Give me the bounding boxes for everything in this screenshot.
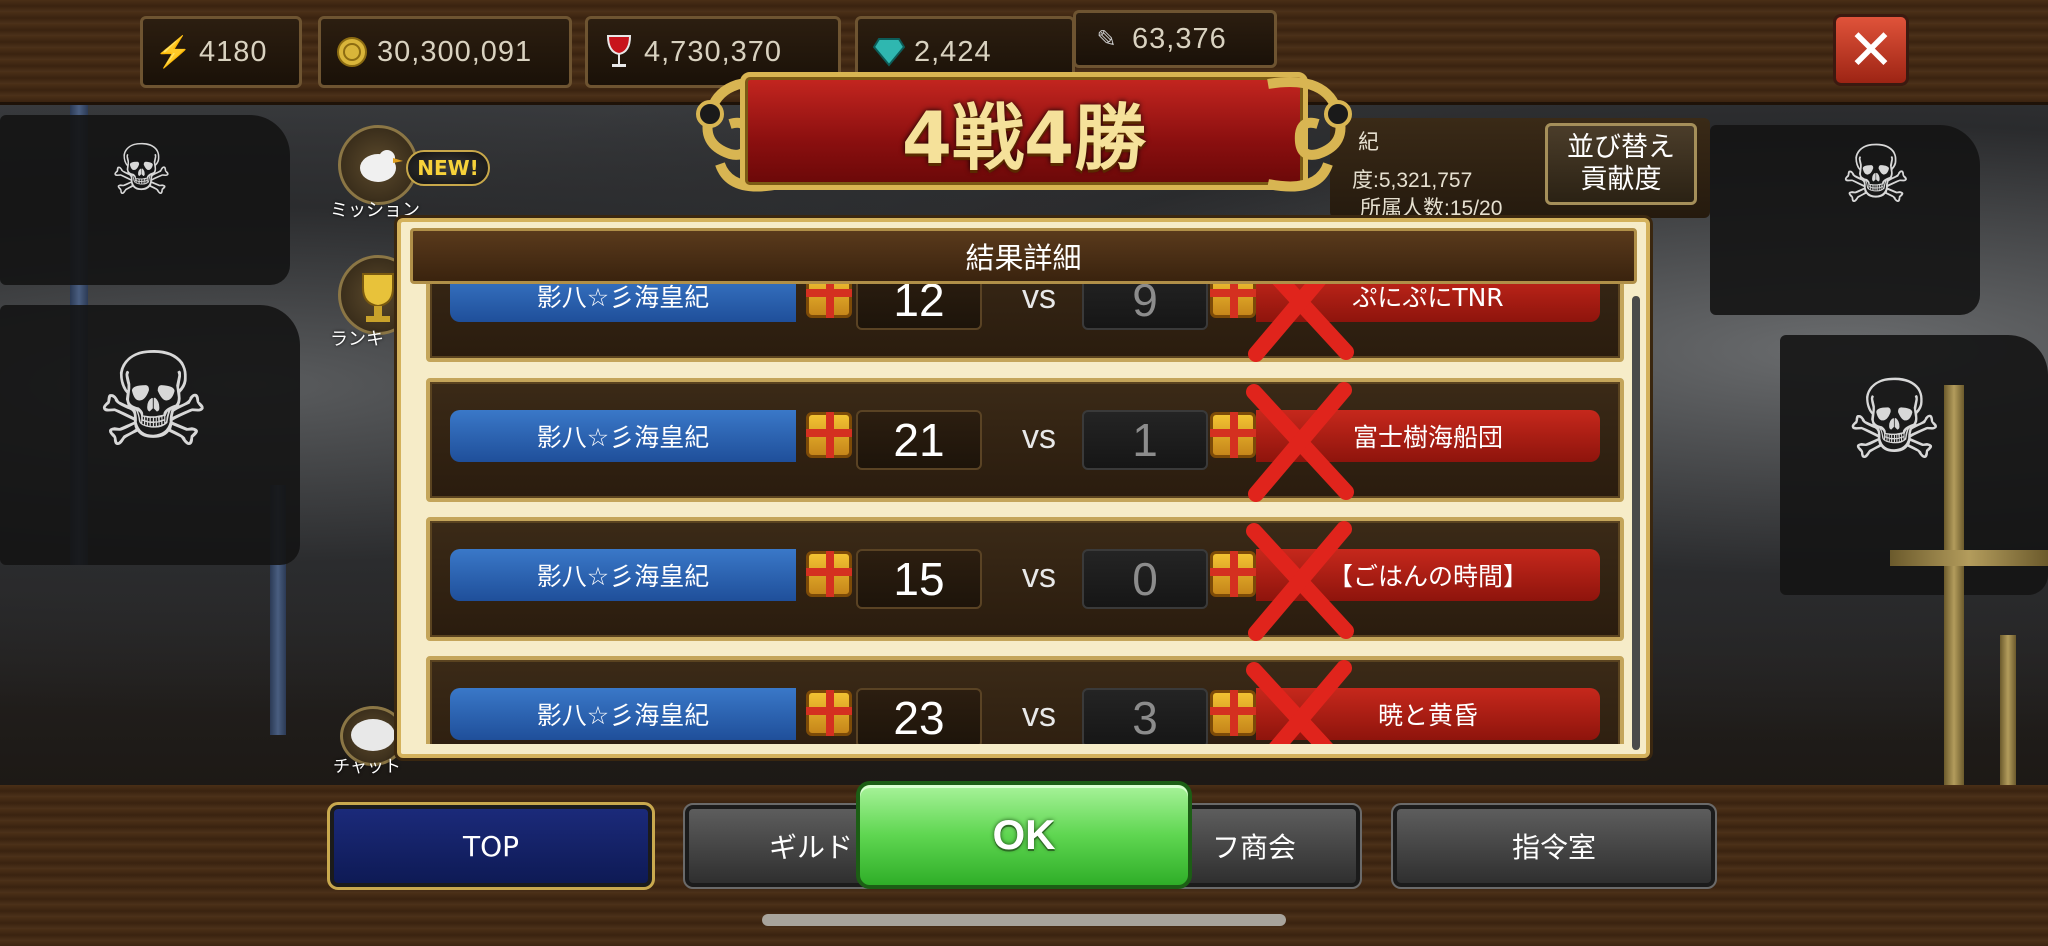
opponent-score: 3 [1082,688,1208,744]
sort-button[interactable]: 並び替え 貢献度 [1545,123,1697,205]
my-team-name: 影八☆彡海皇紀 [450,688,796,740]
lose-x-icon [1248,284,1354,362]
ticket-value: 63,376 [1132,22,1227,55]
opponent-score: 1 [1082,410,1208,470]
new-badge: NEW! [406,150,490,186]
modal-title: 結果詳細 [965,241,1082,275]
vs-label: vs [1022,418,1056,456]
vs-label: vs [1022,696,1056,734]
seagull-icon [360,150,403,182]
guild-contribution: 度:5,321,757 [1352,169,1473,192]
my-team-name: 影八☆彡海皇紀 [450,284,796,322]
ticket-counter: ✎ 63,376 [1073,10,1277,68]
skull-icon: ☠ [1840,128,1912,221]
gold-counter: 30,300,091 [318,16,572,88]
match-row: 影八☆彡海皇紀 21 vs 1 富士樹海船団 [426,378,1624,502]
nav-command-button[interactable]: 指令室 [1391,803,1717,889]
nav-command-label: 指令室 [1511,831,1596,864]
wine-glass-icon [602,35,636,69]
skull-icon: ☠ [110,129,173,211]
opponent-score: 9 [1082,284,1208,330]
match-row: 影八☆彡海皇紀 12 vs 9 ぷにぷにTNR [426,284,1624,362]
coin-icon [335,35,369,69]
chat-label: チャット [333,757,401,777]
home-indicator [762,914,1286,926]
vs-label: vs [1022,284,1056,316]
close-button[interactable]: ✕ [1833,14,1909,86]
skull-icon: ☠ [1845,356,1944,484]
victory-title: 4戦4勝 [901,95,1147,180]
bamboo-pole [1944,385,1964,785]
match-row: 影八☆彡海皇紀 23 vs 3 暁と黄昏 [426,656,1624,744]
nav-shop-label: フ商会 [1211,831,1296,864]
gift-box-icon [806,690,852,736]
stamina-value: 4180 [199,35,268,68]
bamboo-pole [1890,550,2048,566]
skull-icon: ☠ [95,324,212,476]
ticket-icon: ✎ [1096,25,1118,53]
stamina-counter: ⚡ 4180 [140,16,302,88]
sort-label-line2: 貢献度 [1580,164,1662,195]
my-score: 23 [856,688,982,744]
gift-box-icon [806,412,852,458]
gold-ornament-right [1267,77,1352,192]
lightning-icon: ⚡ [154,35,194,69]
match-list[interactable]: 影八☆彡海皇紀 12 vs 9 ぷにぷにTNR 影八☆彡海皇紀 21 vs 1 … [420,284,1630,744]
gift-box-icon [806,284,852,318]
sort-label-line1: 並び替え [1567,131,1675,163]
ok-label: OK [992,811,1056,858]
match-row: 影八☆彡海皇紀 15 vs 0 【ごはんの時間】 [426,517,1624,641]
close-icon: ✕ [1847,17,1895,83]
bamboo-pole [2000,635,2016,795]
my-team-name: 影八☆彡海皇紀 [450,410,796,462]
my-team-name: 影八☆彡海皇紀 [450,549,796,601]
lose-x-icon [1246,382,1354,502]
gold-value: 30,300,091 [377,35,533,68]
gift-box-icon [806,551,852,597]
nav-guild-label: ギルド [769,831,854,864]
nav-top-button[interactable]: TOP [327,802,655,890]
scrollbar-thumb[interactable] [1632,296,1640,750]
ranking-label: ランキ [330,329,384,350]
my-score: 12 [856,284,982,330]
ok-button[interactable]: OK [856,781,1192,889]
my-score: 21 [856,410,982,470]
my-score: 15 [856,549,982,609]
vs-label: vs [1022,557,1056,595]
modal-title-bar: 結果詳細 [410,228,1637,284]
victory-banner: 4戦4勝 [680,64,1368,204]
nav-top-label: TOP [462,829,520,863]
lose-x-icon [1246,660,1352,744]
lose-x-icon [1246,521,1354,641]
opponent-score: 0 [1082,549,1208,609]
